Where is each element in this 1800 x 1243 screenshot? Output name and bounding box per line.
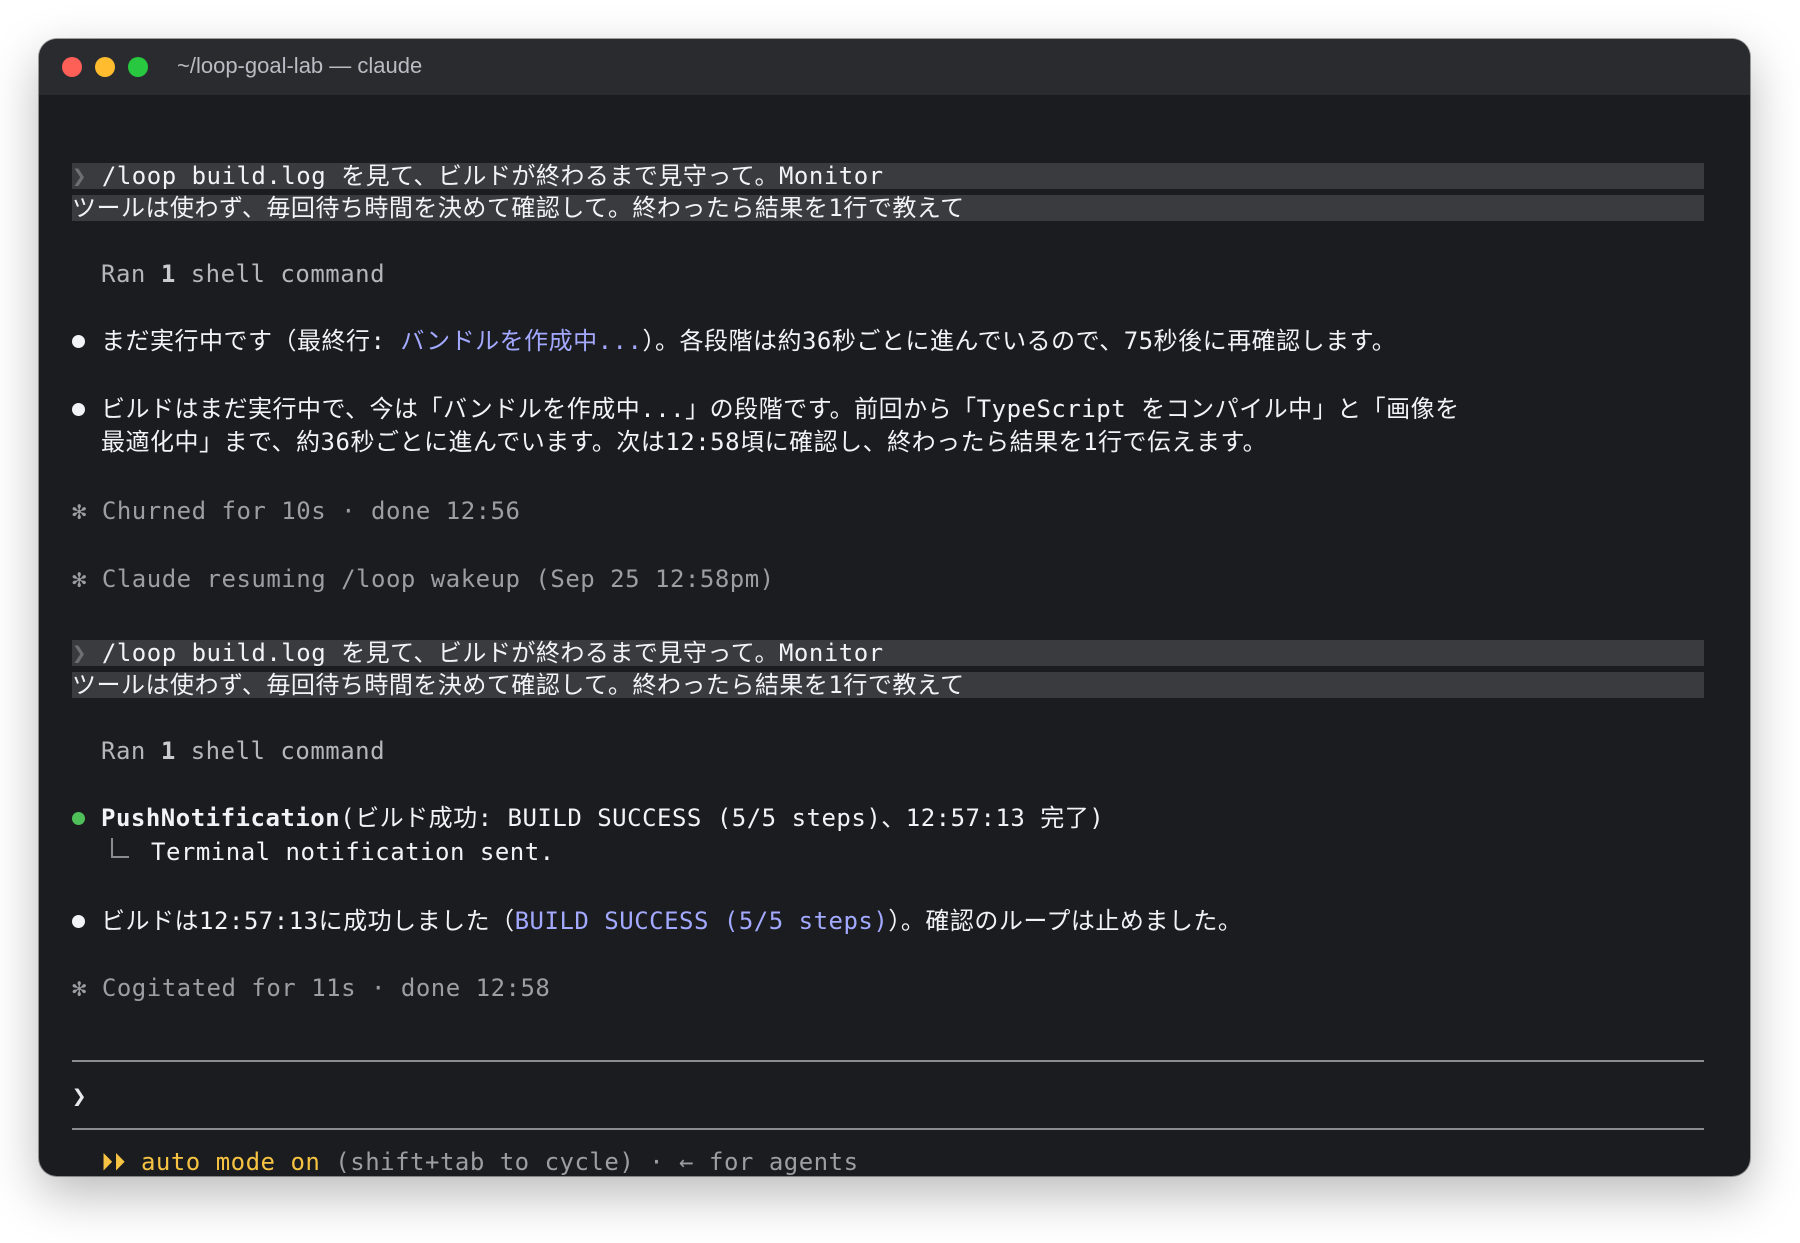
input-divider-top <box>72 1060 1704 1062</box>
status-line: ✻ Cogitated for 11s · done 12:58 <box>72 971 550 1005</box>
tool-summary-count: 1 <box>160 260 176 288</box>
message-text: ビルドはまだ実行中で、今は「バンドルを作成中...」の段階です。前回から「Typ… <box>101 395 1460 423</box>
status-text: Churned for 10s · done 12:56 <box>101 497 521 525</box>
prompt-text: ツールは使わず、毎回待ち時間を決めて確認して。終わったら結果を1行で教えて <box>72 194 965 222</box>
status-line: ✻ Churned for 10s · done 12:56 <box>72 494 520 528</box>
tool-summary-prefix: Ran <box>101 260 146 288</box>
input-chevron-icon: ❯ <box>72 1082 87 1110</box>
code-reference: バンドルを作成中... <box>400 327 643 355</box>
tool-summary-suffix: shell command <box>190 260 386 288</box>
message-text: ビルドは12:57:13に成功しました（ <box>101 907 515 935</box>
prompt-chevron-icon: ❯ <box>72 639 87 667</box>
tool-summary[interactable]: Ran 1 shell command <box>101 257 385 291</box>
prompt-text: ツールは使わず、毎回待ち時間を決めて確認して。終わったら結果を1行で教えて <box>72 671 965 699</box>
mode-hint: (shift+tab to cycle) · ← for agents <box>320 1148 859 1176</box>
status-line: ✻ Claude resuming /loop wakeup (Sep 25 1… <box>72 562 775 596</box>
success-bullet-icon <box>72 812 85 825</box>
asterisk-icon: ✻ <box>72 497 87 525</box>
message-text: ）。各段階は約36秒ごとに進んでいるので、75秒後に再確認します。 <box>642 327 1397 355</box>
terminal-content: ❯ /loop build.log を見て、ビルドが終わるまで見守って。Moni… <box>39 95 1750 1176</box>
auto-mode-label: auto mode on <box>140 1148 321 1176</box>
asterisk-icon: ✻ <box>72 974 87 1002</box>
mode-indicator[interactable]: ⏵⏵ auto mode on (shift+tab to cycle) · ←… <box>101 1145 859 1176</box>
message-text: まだ実行中です（最終行: <box>101 327 401 355</box>
asterisk-icon: ✻ <box>72 565 87 593</box>
status-text: Claude resuming /loop wakeup (Sep 25 12:… <box>101 565 775 593</box>
bullet-icon <box>72 915 85 928</box>
tool-arguments: (ビルド成功: BUILD SUCCESS (5/5 steps)、12:57:… <box>340 804 1105 832</box>
assistant-message: ビルドはまだ実行中で、今は「バンドルを作成中...」の段階です。前回から「Typ… <box>72 392 1460 426</box>
tool-name: PushNotification <box>101 804 341 832</box>
close-window-button[interactable] <box>62 57 82 77</box>
status-text: Cogitated for 11s · done 12:58 <box>101 974 551 1002</box>
title-bar: ~/loop-goal-lab — claude <box>39 39 1750 95</box>
minimize-window-button[interactable] <box>95 57 115 77</box>
window-title: ~/loop-goal-lab — claude <box>177 53 423 78</box>
bullet-icon <box>72 403 85 416</box>
tree-connector-icon <box>111 838 129 858</box>
bullet-icon <box>72 335 85 348</box>
message-text: ）。確認のループは止めました。 <box>888 907 1243 935</box>
tool-summary-count: 1 <box>160 737 176 765</box>
prompt-text: /loop build.log を見て、ビルドが終わるまで見守って。Monito… <box>101 639 884 667</box>
tool-call: PushNotification(ビルド成功: BUILD SUCCESS (5… <box>72 801 1104 835</box>
tool-summary-suffix: shell command <box>190 737 386 765</box>
input-divider-bottom <box>72 1128 1704 1130</box>
user-prompt-line: ❯ /loop build.log を見て、ビルドが終わるまで見守って。Moni… <box>72 636 884 670</box>
prompt-chevron-icon: ❯ <box>72 162 87 190</box>
prompt-input[interactable]: ❯ <box>72 1079 1704 1113</box>
assistant-message: ビルドは12:57:13に成功しました（BUILD SUCCESS (5/5 s… <box>72 904 1242 938</box>
code-reference: BUILD SUCCESS (5/5 steps) <box>514 907 889 935</box>
user-prompt-line: ❯ /loop build.log を見て、ビルドが終わるまで見守って。Moni… <box>72 159 884 193</box>
zoom-window-button[interactable] <box>128 57 148 77</box>
fast-forward-icon: ⏵⏵ <box>101 1148 126 1176</box>
tool-result-text: Terminal notification sent. <box>151 838 555 866</box>
assistant-message: まだ実行中です（最終行: バンドルを作成中...）。各段階は約36秒ごとに進んで… <box>72 324 1396 358</box>
tool-result: Terminal notification sent. <box>111 835 555 869</box>
terminal-window: ~/loop-goal-lab — claude ❯ /loop build.l… <box>39 39 1750 1176</box>
tool-summary-prefix: Ran <box>101 737 146 765</box>
message-text: 最適化中」まで、約36秒ごとに進んでいます。次は12:58頃に確認し、終わったら… <box>101 428 1268 456</box>
prompt-text: /loop build.log を見て、ビルドが終わるまで見守って。Monito… <box>101 162 884 190</box>
tool-summary[interactable]: Ran 1 shell command <box>101 734 385 768</box>
